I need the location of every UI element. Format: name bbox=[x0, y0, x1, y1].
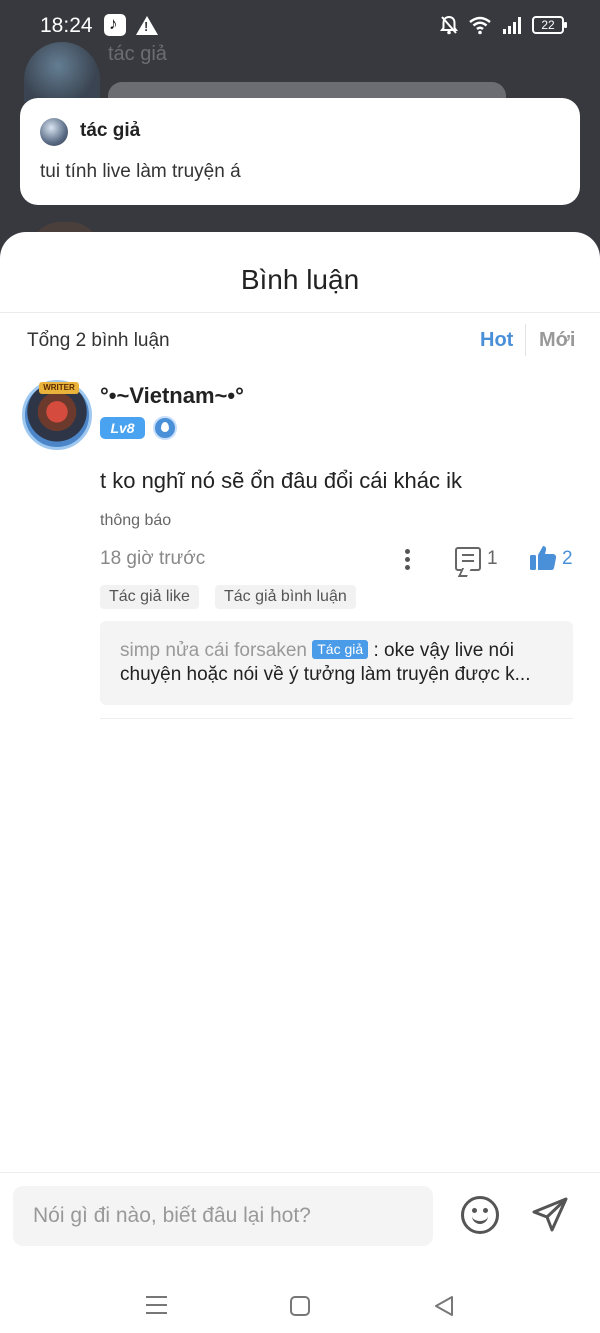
comments-sheet: Bình luận Tổng 2 bình luận Hot Mới WRITE… bbox=[0, 232, 600, 1333]
comment-note: thông báo bbox=[100, 512, 172, 529]
status-notification-icons bbox=[104, 14, 158, 36]
author-liked-tag: Tác giả like bbox=[100, 585, 199, 609]
pinned-message-text: tui tính live làm truyện á bbox=[40, 161, 241, 182]
author-commented-tag: Tác giả bình luận bbox=[215, 585, 356, 609]
menu-icon[interactable] bbox=[146, 1296, 167, 1314]
status-time: 18:24 bbox=[40, 14, 93, 37]
tiktok-icon bbox=[104, 14, 126, 36]
status-bar: 18:24 22 bbox=[0, 0, 600, 56]
sort-new-tab[interactable]: Mới bbox=[539, 329, 575, 352]
sheet-title: Bình luận bbox=[240, 264, 360, 295]
sort-hot-tab[interactable]: Hot bbox=[480, 329, 513, 352]
author-badge: Tác giả bbox=[312, 640, 369, 659]
back-icon[interactable] bbox=[433, 1295, 455, 1317]
bell-off-icon bbox=[440, 15, 458, 35]
level-badge: Lv8 bbox=[100, 417, 145, 439]
divider bbox=[0, 312, 600, 313]
avatar bbox=[40, 118, 68, 146]
navigation-bar bbox=[0, 1290, 600, 1333]
comment-icon[interactable] bbox=[455, 547, 481, 571]
reply-text-line2: chuyện hoặc nói về ý tưởng làm truyện đư… bbox=[120, 664, 531, 685]
vip-drop-icon bbox=[153, 416, 177, 440]
background-author-name: tác giả bbox=[108, 43, 167, 65]
more-vertical-icon[interactable] bbox=[398, 547, 418, 573]
emoji-icon[interactable] bbox=[461, 1196, 499, 1234]
comment-timestamp: 18 giờ trước bbox=[100, 548, 206, 569]
like-count: 2 bbox=[562, 548, 573, 569]
divider bbox=[100, 718, 573, 719]
wifi-icon bbox=[469, 16, 491, 35]
thumbs-up-icon[interactable] bbox=[529, 544, 557, 572]
battery-icon: 22 bbox=[532, 16, 567, 34]
warning-icon bbox=[136, 15, 158, 35]
send-icon[interactable] bbox=[531, 1196, 569, 1234]
author-reply-preview[interactable]: simp nửa cái forsaken Tác giả : oke vậy … bbox=[100, 621, 573, 705]
signal-icon bbox=[503, 17, 521, 34]
comment-input[interactable]: Nói gì đi nào, biết đâu lại hot? bbox=[13, 1186, 433, 1246]
comment-count: Tổng 2 bình luận bbox=[27, 330, 170, 351]
divider bbox=[525, 324, 526, 356]
reply-count: 1 bbox=[487, 548, 498, 569]
pinned-author-name: tác giả bbox=[80, 120, 141, 141]
commenter-username[interactable]: °•~Vietnam~•° bbox=[100, 383, 244, 409]
divider bbox=[0, 1172, 600, 1173]
reply-text-line1: : oke vậy live nói bbox=[368, 640, 514, 661]
reply-author-name: simp nửa cái forsaken bbox=[120, 640, 307, 661]
home-icon[interactable] bbox=[290, 1296, 310, 1316]
comment-text: t ko nghĩ nó sẽ ổn đâu đổi cái khác ik bbox=[100, 468, 463, 493]
avatar-writer-tag: WRITER bbox=[39, 382, 79, 394]
status-system-icons: 22 bbox=[440, 15, 567, 35]
pinned-message-card[interactable]: tác giả tui tính live làm truyện á bbox=[20, 98, 580, 205]
